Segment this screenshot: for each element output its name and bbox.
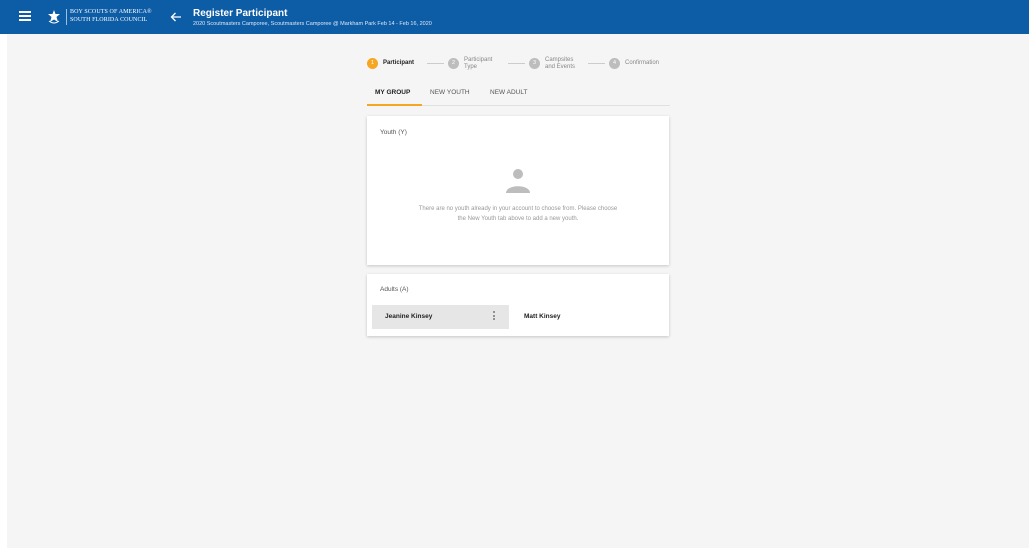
person-icon xyxy=(506,169,530,193)
step-label: Participant Type xyxy=(464,57,492,71)
logo-divider xyxy=(66,9,67,25)
adult-item[interactable]: Matt Kinsey xyxy=(511,305,648,329)
youth-card: Youth (Y) There are no youth already in … xyxy=(367,116,669,265)
step-number: 1 xyxy=(367,58,378,69)
youth-empty-line2: the New Youth tab above to add a new you… xyxy=(457,216,579,222)
youth-section-title: Youth (Y) xyxy=(380,129,407,136)
org-name-line2: SOUTH FLORIDA COUNCIL xyxy=(70,16,148,23)
step-number: 3 xyxy=(529,58,540,69)
org-name: BOY SCOUTS OF AMERICA® SOUTH FLORIDA COU… xyxy=(70,9,152,24)
youth-empty-line1: There are no youth already in your accou… xyxy=(418,206,618,212)
tab-new-youth[interactable]: NEW YOUTH xyxy=(430,89,470,96)
arrow-left-icon[interactable] xyxy=(169,10,183,24)
step-label-line2: Type xyxy=(464,64,478,70)
step-label: Confirmation xyxy=(625,60,660,66)
active-tab-indicator xyxy=(367,104,422,106)
step-label-line1: Participant xyxy=(464,57,493,63)
step-label-line1: Campsites xyxy=(545,57,574,63)
step-label-line2: and Events xyxy=(545,64,576,70)
step-connector xyxy=(588,63,605,64)
hamburger-menu-icon[interactable] xyxy=(19,11,31,21)
org-name-line1: BOY SCOUTS OF AMERICA® xyxy=(70,9,152,15)
step-number: 4 xyxy=(609,58,620,69)
adults-section-title: Adults (A) xyxy=(380,286,409,293)
tab-my-group[interactable]: MY GROUP xyxy=(375,89,410,96)
youth-empty-message: There are no youth already in your accou… xyxy=(377,204,659,224)
step-number: 2 xyxy=(448,58,459,69)
adult-name: Matt Kinsey xyxy=(524,313,561,320)
page-title: Register Participant xyxy=(193,8,288,19)
registration-stepper: 1 Participant 2 Participant Type 3 Camps… xyxy=(367,55,670,75)
adults-card: Adults (A) Jeanine Kinsey Matt Kinsey xyxy=(367,274,669,336)
tab-new-adult[interactable]: NEW ADULT xyxy=(490,89,527,96)
step-connector xyxy=(508,63,525,64)
more-vert-icon[interactable] xyxy=(491,311,497,323)
step-connector xyxy=(427,63,444,64)
step-label: Participant xyxy=(383,60,415,66)
participant-tabs: MY GROUP NEW YOUTH NEW ADULT xyxy=(367,84,670,106)
step-label: Campsites and Events xyxy=(545,57,575,71)
page-subtitle: 2020 Scoutmasters Camporee, Scoutmasters… xyxy=(193,21,432,27)
bsa-logo xyxy=(48,10,60,24)
adult-item[interactable]: Jeanine Kinsey xyxy=(372,305,509,329)
app-header: BOY SCOUTS OF AMERICA® SOUTH FLORIDA COU… xyxy=(0,0,1029,34)
adult-name: Jeanine Kinsey xyxy=(385,313,433,320)
